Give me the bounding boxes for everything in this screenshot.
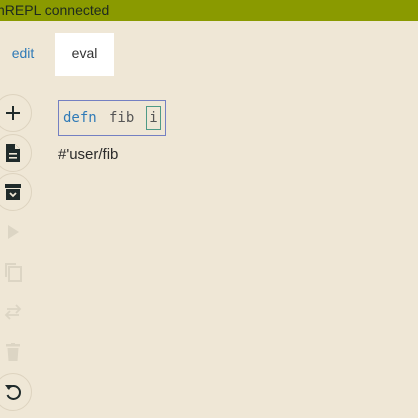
tab-eval[interactable]: eval — [55, 33, 114, 76]
undo-button[interactable] — [0, 373, 32, 411]
archive-button[interactable] — [0, 173, 32, 211]
cursor-token[interactable]: i — [146, 106, 161, 130]
document-icon — [5, 143, 21, 163]
eval-result: #'user/fib — [58, 146, 119, 163]
swap-icon — [4, 304, 22, 320]
delete-button[interactable] — [0, 333, 32, 371]
code-keyword: defn — [63, 110, 97, 126]
code-form[interactable]: defn fib i — [58, 100, 166, 136]
connection-status-bar: nREPL connected — [0, 0, 418, 21]
archive-icon — [4, 183, 22, 201]
play-icon — [6, 224, 20, 240]
add-button[interactable] — [0, 94, 32, 132]
run-button[interactable] — [0, 213, 32, 251]
trash-icon — [6, 343, 20, 361]
copy-button[interactable] — [0, 253, 32, 291]
tab-bar: edit eval — [0, 33, 418, 76]
tab-edit[interactable]: edit — [0, 33, 46, 76]
document-button[interactable] — [0, 134, 32, 172]
connection-status-text: nREPL connected — [0, 2, 110, 18]
copy-icon — [4, 262, 22, 282]
plus-icon — [4, 104, 22, 122]
swap-button[interactable] — [0, 293, 32, 331]
undo-icon — [4, 383, 22, 401]
code-function-name: fib — [109, 110, 135, 126]
